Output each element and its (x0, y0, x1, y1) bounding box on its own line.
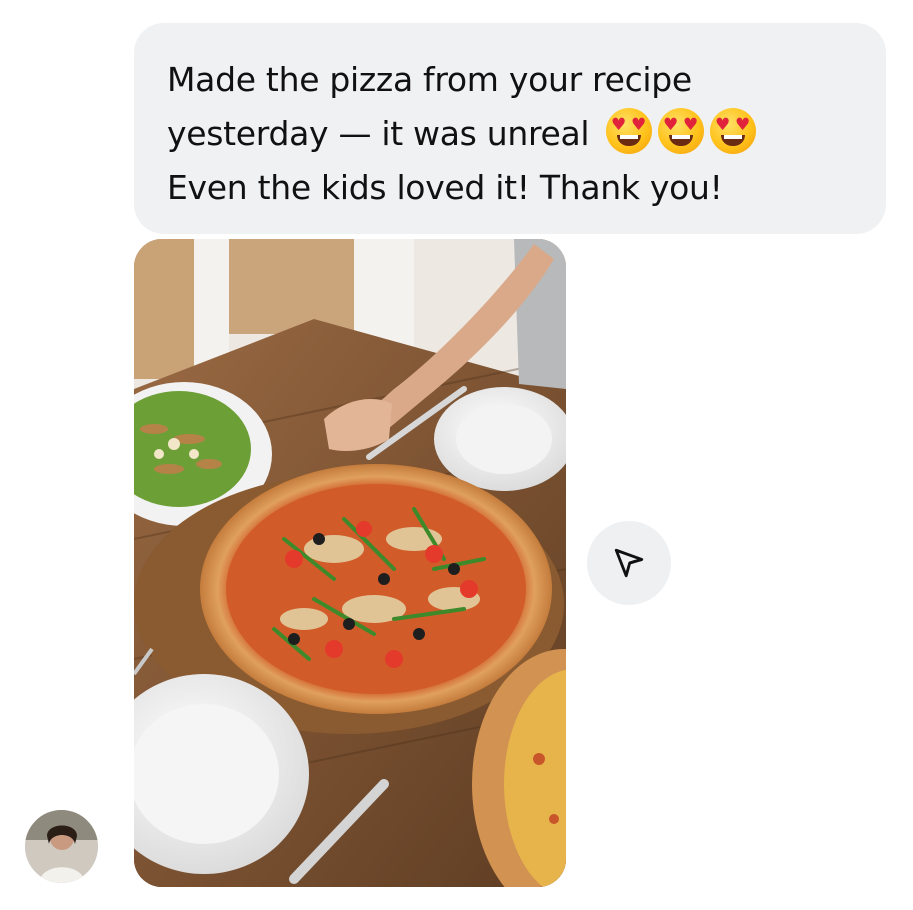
message-line-2: yesterday — it was unreal ♥ ♥ ♥ ♥ ♥ ♥ (167, 107, 866, 161)
heart-eyes-emoji-icon: ♥ ♥ (657, 108, 704, 154)
avatar[interactable] (25, 810, 98, 883)
share-button[interactable] (587, 521, 671, 605)
message-line-3: Even the kids loved it! Thank you! (167, 168, 723, 207)
pizza-photo-image (134, 239, 566, 887)
send-icon (614, 548, 644, 578)
message-line-2-text: yesterday — it was unreal (167, 114, 590, 153)
heart-eyes-emoji-icon: ♥ ♥ (709, 108, 756, 154)
avatar-photo-image (25, 810, 98, 883)
photo-attachment[interactable] (134, 239, 566, 887)
message-bubble[interactable]: Made the pizza from your recipe yesterda… (134, 23, 886, 234)
heart-eyes-emoji-icon: ♥ ♥ (605, 108, 652, 154)
message-line-1: Made the pizza from your recipe (167, 60, 692, 99)
